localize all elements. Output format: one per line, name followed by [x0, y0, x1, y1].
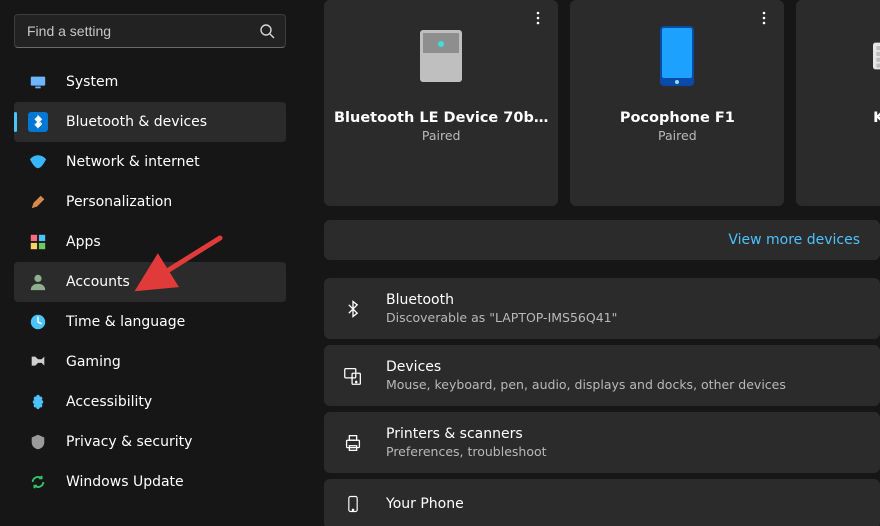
device-cards-row: Bluetooth LE Device 70b…PairedPocophone … — [324, 0, 880, 206]
row-subtitle: Discoverable as "LAPTOP-IMS56Q41" — [386, 310, 617, 325]
sidebar-item-gaming[interactable]: Gaming — [14, 342, 286, 382]
setting-row-phone[interactable]: Your Phone — [324, 479, 880, 526]
view-more-label: View more devices — [728, 232, 860, 248]
device-name: Keyboa — [796, 110, 880, 126]
row-subtitle: Preferences, troubleshoot — [386, 444, 547, 459]
sidebar-item-privacy-security[interactable]: Privacy & security — [14, 422, 286, 462]
device-name: Bluetooth LE Device 70b… — [324, 110, 558, 126]
sidebar-item-label: Windows Update — [66, 474, 184, 490]
accent-bar — [14, 112, 17, 132]
search-icon — [259, 23, 275, 39]
sidebar-item-label: Bluetooth & devices — [66, 114, 207, 130]
gamepad-icon — [28, 352, 48, 372]
row-text: Your Phone — [386, 496, 464, 512]
setting-row-printers[interactable]: Printers & scanners Preferences, troubles… — [324, 412, 880, 473]
device-more-button[interactable] — [752, 6, 776, 30]
device-thumb — [873, 26, 880, 86]
device-card[interactable]: Pocophone F1 Paired — [570, 0, 784, 206]
sidebar-item-accounts[interactable]: Accounts — [14, 262, 286, 302]
printer-icon — [342, 432, 364, 454]
device-card[interactable]: Bluetooth LE Device 70b… Paired — [324, 0, 558, 206]
shield-icon — [28, 432, 48, 452]
row-title: Printers & scanners — [386, 426, 547, 442]
sidebar-item-label: System — [66, 74, 118, 90]
search-input[interactable] — [25, 22, 249, 40]
person-icon — [28, 272, 48, 292]
clock-icon — [28, 312, 48, 332]
bluetooth-icon — [28, 112, 48, 132]
sidebar-item-label: Gaming — [66, 354, 121, 370]
device-card[interactable]: KeyboaCon — [796, 0, 880, 206]
row-text: Printers & scanners Preferences, troubles… — [386, 426, 547, 459]
sidebar-item-windows-update[interactable]: Windows Update — [14, 462, 286, 502]
sidebar-item-label: Accessibility — [66, 394, 152, 410]
setting-row-bluetooth[interactable]: Bluetooth Discoverable as "LAPTOP-IMS56Q4… — [324, 278, 880, 339]
sidebar-item-label: Network & internet — [66, 154, 200, 170]
sidebar-item-label: Personalization — [66, 194, 172, 210]
device-thumb — [647, 26, 707, 86]
device-status: Paired — [422, 128, 461, 143]
setting-row-devices[interactable]: Devices Mouse, keyboard, pen, audio, disp… — [324, 345, 880, 406]
row-text: Devices Mouse, keyboard, pen, audio, disp… — [386, 359, 786, 392]
apps-icon — [28, 232, 48, 252]
sidebar-item-system[interactable]: System — [14, 62, 286, 102]
row-subtitle: Mouse, keyboard, pen, audio, displays an… — [386, 377, 786, 392]
monitor-icon — [28, 72, 48, 92]
sidebar-item-apps[interactable]: Apps — [14, 222, 286, 262]
sidebar-item-bluetooth-devices[interactable]: Bluetooth & devices — [14, 102, 286, 142]
update-icon — [28, 472, 48, 492]
sidebar-item-personalization[interactable]: Personalization — [14, 182, 286, 222]
device-status: Paired — [658, 128, 697, 143]
phone-icon — [342, 493, 364, 515]
sidebar-item-network-internet[interactable]: Network & internet — [14, 142, 286, 182]
sidebar-item-time-language[interactable]: Time & language — [14, 302, 286, 342]
brush-icon — [28, 192, 48, 212]
sidebar-item-label: Privacy & security — [66, 434, 192, 450]
sidebar: System Bluetooth & devices Network & inter… — [0, 0, 300, 526]
accessibility-icon — [28, 392, 48, 412]
more-vertical-icon — [757, 11, 771, 25]
main-content: Bluetooth LE Device 70b…PairedPocophone … — [300, 0, 880, 526]
row-title: Your Phone — [386, 496, 464, 512]
device-thumb — [411, 26, 471, 86]
device-more-button[interactable] — [526, 6, 550, 30]
more-vertical-icon — [531, 11, 545, 25]
row-text: Bluetooth Discoverable as "LAPTOP-IMS56Q4… — [386, 292, 617, 325]
sidebar-item-label: Time & language — [66, 314, 185, 330]
devices-icon — [342, 365, 364, 387]
sidebar-nav: System Bluetooth & devices Network & inter… — [14, 62, 286, 502]
bluetooth-icon — [342, 298, 364, 320]
sidebar-item-label: Accounts — [66, 274, 130, 290]
search-box[interactable] — [14, 14, 286, 48]
sidebar-item-label: Apps — [66, 234, 101, 250]
device-name: Pocophone F1 — [570, 110, 784, 126]
sidebar-item-accessibility[interactable]: Accessibility — [14, 382, 286, 422]
row-title: Bluetooth — [386, 292, 617, 308]
settings-rows: Bluetooth Discoverable as "LAPTOP-IMS56Q4… — [324, 278, 880, 526]
row-title: Devices — [386, 359, 786, 375]
wifi-icon — [28, 152, 48, 172]
view-more-devices[interactable]: View more devices — [324, 220, 880, 260]
